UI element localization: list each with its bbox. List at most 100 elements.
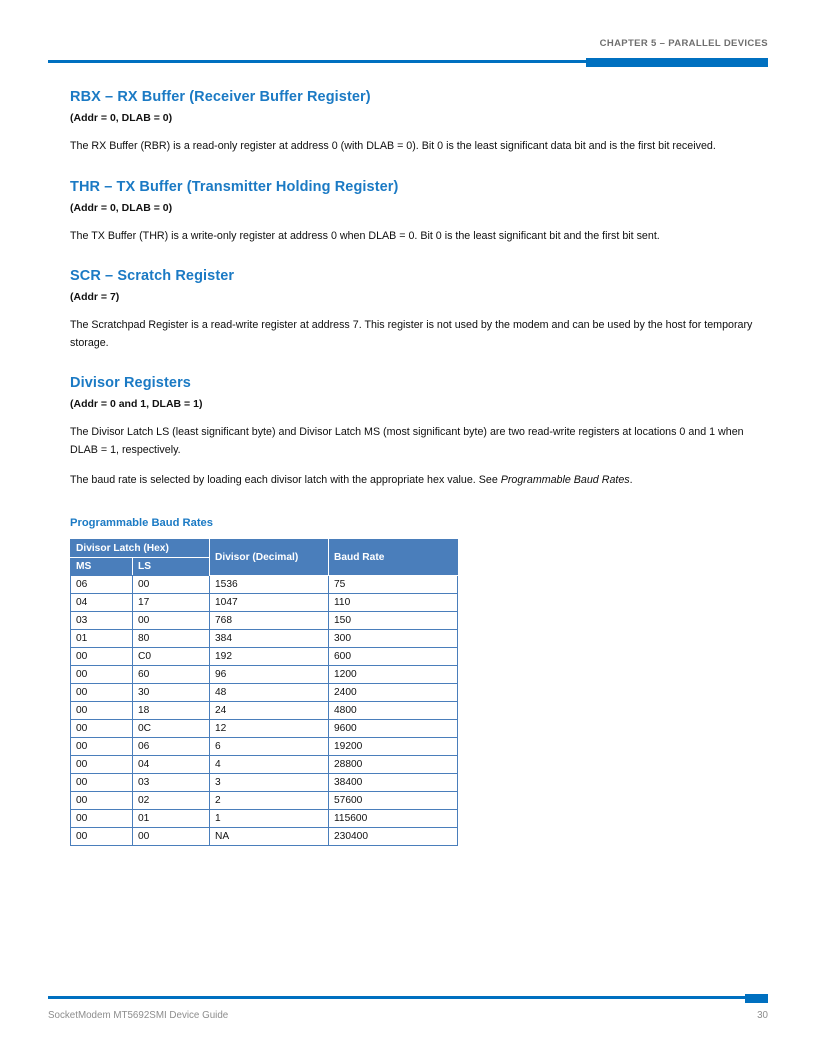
table-row: 00 06 6 19200 — [70, 736, 458, 756]
cell-baud-rate: 1200 — [328, 664, 458, 684]
cell-ms: 00 — [70, 754, 133, 774]
cell-ls: 17 — [132, 592, 210, 612]
cell-baud-rate: 110 — [328, 592, 458, 612]
footer-rule-thick — [745, 994, 768, 1003]
table-row: 03 00 768 150 — [70, 610, 458, 630]
cell-baud-rate: 28800 — [328, 754, 458, 774]
page-header: CHAPTER 5 – PARALLEL DEVICES — [0, 0, 816, 70]
cell-ls: 00 — [132, 826, 210, 846]
section-body-thr: The TX Buffer (THR) is a write-only regi… — [70, 229, 660, 242]
cell-baud-rate: 38400 — [328, 772, 458, 792]
cell-ms: 00 — [70, 646, 133, 666]
cell-ms: 00 — [70, 772, 133, 792]
section-heading-rbx: RBX – RX Buffer (Receiver Buffer Registe… — [70, 89, 371, 105]
document-content: RBX – RX Buffer (Receiver Buffer Registe… — [70, 88, 770, 846]
cell-ms: 00 — [70, 790, 133, 810]
section-body-scr: The Scratchpad Register is a read-write … — [70, 319, 753, 349]
cell-ls: 0C — [132, 718, 210, 738]
cell-baud-rate: 75 — [328, 574, 458, 594]
table-row: 04 17 1047 110 — [70, 592, 458, 612]
table-row: 00 C0 192 600 — [70, 646, 458, 666]
cell-divisor-decimal: 1047 — [209, 592, 329, 612]
table-header-divisor-decimal: Divisor (Decimal) — [209, 538, 329, 576]
cell-divisor-decimal: 4 — [209, 754, 329, 774]
table-header-row-group: Divisor Latch (Hex) Divisor (Decimal) Ba… — [70, 538, 458, 576]
section-addr-scr: (Addr = 7) — [70, 291, 120, 303]
cell-ls: 06 — [132, 736, 210, 756]
table-row: 00 01 1 115600 — [70, 808, 458, 828]
cell-ls: 01 — [132, 808, 210, 828]
cell-baud-rate: 19200 — [328, 736, 458, 756]
section-body-divisor-registers: The Divisor Latch LS (least significant … — [70, 426, 744, 456]
cell-baud-rate: 57600 — [328, 790, 458, 810]
cell-ls: 18 — [132, 700, 210, 720]
cell-baud-rate: 300 — [328, 628, 458, 648]
cell-baud-rate: 600 — [328, 646, 458, 666]
cell-ms: 01 — [70, 628, 133, 648]
cell-ls: 03 — [132, 772, 210, 792]
section-addr-divisor-registers: (Addr = 0 and 1, DLAB = 1) — [70, 398, 203, 410]
table-row: 00 0C 12 9600 — [70, 718, 458, 738]
section-rbx: RBX – RX Buffer (Receiver Buffer Registe… — [70, 88, 770, 156]
cell-divisor-decimal: 1536 — [209, 574, 329, 594]
cell-baud-rate: 150 — [328, 610, 458, 630]
cell-divisor-decimal: 384 — [209, 628, 329, 648]
section-heading-divisor-registers: Divisor Registers — [70, 375, 191, 391]
cell-divisor-decimal: 2 — [209, 790, 329, 810]
table-row: 00 03 3 38400 — [70, 772, 458, 792]
footer-document-title: SocketModem MT5692SMI Device Guide — [48, 1010, 229, 1021]
table-header-ms: MS — [70, 556, 133, 576]
cell-divisor-decimal: 96 — [209, 664, 329, 684]
cell-ls: C0 — [132, 646, 210, 666]
cell-ms: 06 — [70, 574, 133, 594]
cell-divisor-decimal: 1 — [209, 808, 329, 828]
cell-ls: 30 — [132, 682, 210, 702]
cell-ms: 00 — [70, 700, 133, 720]
table-row: 00 04 4 28800 — [70, 754, 458, 774]
table-header-baud-rate: Baud Rate — [328, 538, 458, 576]
header-rule-thin — [48, 60, 586, 63]
cell-divisor-decimal: 768 — [209, 610, 329, 630]
table-header-ls: LS — [132, 556, 210, 576]
table-caption-programmable-baud-rates: Programmable Baud Rates — [70, 516, 213, 529]
cell-baud-rate: 4800 — [328, 700, 458, 720]
cell-baud-rate: 9600 — [328, 718, 458, 738]
table-row: 01 80 384 300 — [70, 628, 458, 648]
section-body-rbx: The RX Buffer (RBR) is a read-only regis… — [70, 140, 716, 152]
table-row: 00 00 NA 230400 — [70, 826, 458, 846]
cell-ls: 00 — [132, 574, 210, 594]
baud-reference-italic: Programmable Baud Rates — [500, 474, 630, 486]
section-heading-thr: THR – TX Buffer (Transmitter Holding Reg… — [70, 178, 399, 195]
table-head: Divisor Latch (Hex) Divisor (Decimal) Ba… — [70, 538, 458, 576]
section-body-baud-reference: The baud rate is selected by loading eac… — [70, 472, 770, 490]
cell-ms: 04 — [70, 592, 133, 612]
cell-ms: 00 — [70, 718, 133, 738]
cell-ms: 00 — [70, 682, 133, 702]
cell-ms: 03 — [70, 610, 133, 630]
section-scr: SCR – Scratch Register (Addr = 7) The Sc… — [70, 267, 770, 352]
cell-ls: 02 — [132, 790, 210, 810]
cell-baud-rate: 2400 — [328, 682, 458, 702]
section-heading-scr: SCR – Scratch Register — [70, 268, 235, 284]
cell-ms: 00 — [70, 808, 133, 828]
cell-baud-rate: 115600 — [328, 808, 458, 828]
cell-ls: 00 — [132, 610, 210, 630]
footer-rule-thin — [48, 996, 745, 999]
baud-reference-prefix: The baud rate is selected by loading eac… — [70, 474, 501, 486]
cell-ms: 00 — [70, 736, 133, 756]
table-row: 00 18 24 4800 — [70, 700, 458, 720]
cell-divisor-decimal: 12 — [209, 718, 329, 738]
section-addr-rbx: (Addr = 0, DLAB = 0) — [70, 112, 173, 124]
cell-divisor-decimal: 192 — [209, 646, 329, 666]
section-addr-thr: (Addr = 0, DLAB = 0) — [70, 201, 173, 214]
cell-ms: 00 — [70, 826, 133, 846]
footer-page-number: 30 — [757, 1010, 768, 1021]
cell-divisor-decimal: 24 — [209, 700, 329, 720]
cell-ls: 04 — [132, 754, 210, 774]
table-row: 06 00 1536 75 — [70, 574, 458, 594]
cell-ls: 80 — [132, 628, 210, 648]
section-divisor-registers: Divisor Registers (Addr = 0 and 1, DLAB … — [70, 374, 770, 490]
cell-divisor-decimal: 6 — [209, 736, 329, 756]
header-rule-thick — [586, 58, 768, 67]
section-thr: THR – TX Buffer (Transmitter Holding Reg… — [70, 178, 770, 246]
